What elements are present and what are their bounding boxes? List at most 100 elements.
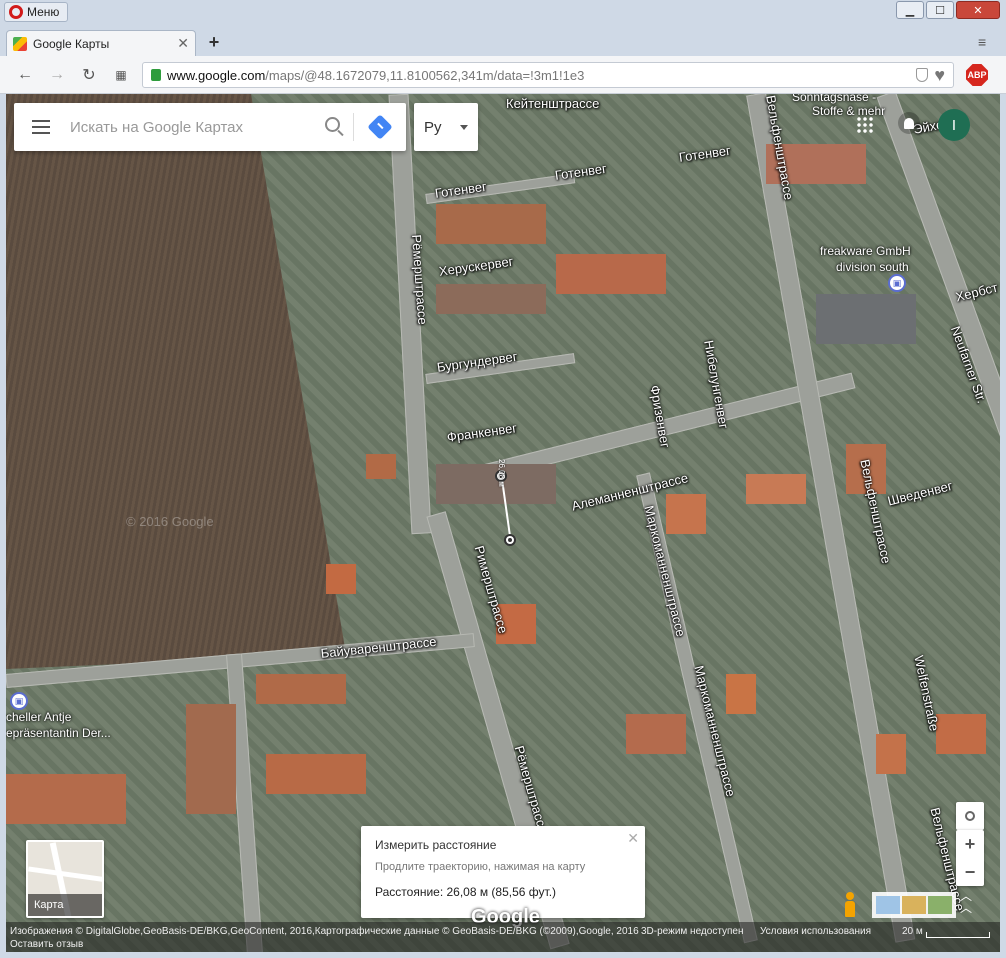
road xyxy=(746,94,916,943)
satellite-map[interactable]: © 2016 Google Кейтенштрассе Готенвег Гот… xyxy=(6,94,1000,952)
shopping-bag-icon[interactable]: ▣ xyxy=(888,274,906,292)
building-roof xyxy=(326,564,356,594)
directions-icon[interactable] xyxy=(354,103,406,151)
building-roof xyxy=(816,294,916,344)
reload-icon[interactable]: ↻ xyxy=(78,64,100,86)
imagery-thumb[interactable] xyxy=(902,896,926,914)
measure-point-end[interactable] xyxy=(504,534,516,546)
url-domain: www.google.com xyxy=(167,67,266,83)
terms-link[interactable]: Условия использования xyxy=(760,926,871,937)
search-input[interactable] xyxy=(68,117,313,137)
window-border xyxy=(0,952,1006,958)
farm-field xyxy=(6,94,346,669)
tab-menu-icon[interactable]: ≡ xyxy=(978,34,992,50)
street-label: Херускервег xyxy=(438,253,515,279)
heart-icon[interactable]: ♥ xyxy=(934,66,945,84)
tab-google-maps[interactable]: Google Карты ✕ xyxy=(6,30,196,56)
building-roof xyxy=(436,284,546,314)
street-label: Фризенвег xyxy=(647,384,673,449)
zoom-out-button[interactable]: − xyxy=(956,858,984,886)
bell-icon[interactable] xyxy=(898,112,920,134)
send-feedback-link[interactable]: Оставить отзыв xyxy=(10,939,83,950)
tab-title: Google Карты xyxy=(33,36,110,51)
building-roof xyxy=(186,704,236,814)
measure-title: Измерить расстояние xyxy=(375,838,497,852)
poi-label[interactable]: Sonntagsnase - xyxy=(792,94,876,104)
forward-arrow-icon[interactable]: → xyxy=(46,64,68,86)
abp-label: ABP xyxy=(967,70,987,80)
tab-close-icon[interactable]: ✕ xyxy=(177,35,189,52)
measure-distance-label: 26,08 м xyxy=(497,459,506,487)
poi-label[interactable]: division south xyxy=(836,260,909,274)
imagery-thumb[interactable] xyxy=(876,896,900,914)
lock-icon xyxy=(151,69,161,81)
building-roof xyxy=(266,754,366,794)
poi-label[interactable]: cheller Antje xyxy=(6,710,71,724)
hamburger-menu-icon[interactable] xyxy=(14,103,68,151)
speed-dial-icon[interactable]: ▦ xyxy=(110,64,132,86)
zoom-in-button[interactable]: + xyxy=(956,830,984,858)
menu-label: Меню xyxy=(27,5,60,19)
address-bar: ← → ↻ ▦ www.google.com/maps/@48.1672079,… xyxy=(0,56,1006,94)
title-bar: Меню ▁ ☐ ✕ xyxy=(0,0,1006,26)
scale-label[interactable]: 20 м xyxy=(902,926,923,937)
building-roof xyxy=(436,464,556,504)
maximize-icon[interactable]: ☐ xyxy=(926,1,954,19)
building-roof xyxy=(666,494,706,534)
measure-distance: Расстояние: 26,08 м (85,56 фут.) xyxy=(375,885,557,899)
building-roof xyxy=(366,454,396,479)
poi-label[interactable]: Stoffe & mehr xyxy=(812,104,885,118)
building-roof xyxy=(876,734,906,774)
avatar[interactable]: I xyxy=(938,109,970,141)
shield-icon[interactable] xyxy=(916,68,929,82)
street-label: Кейтенштрассе xyxy=(506,96,600,111)
adblock-plus-icon[interactable]: ABP xyxy=(966,64,988,86)
street-label: Шведенвег xyxy=(886,477,955,509)
layer-label: Карта xyxy=(28,894,102,916)
window-border xyxy=(0,94,6,958)
building-roof xyxy=(556,254,666,294)
close-window-icon[interactable]: ✕ xyxy=(956,1,1000,19)
map-layer-toggle[interactable]: Карта xyxy=(26,840,104,918)
google-maps-favicon-icon xyxy=(13,36,27,51)
close-icon[interactable]: ✕ xyxy=(627,830,639,847)
my-location-button[interactable] xyxy=(956,802,984,830)
street-label: Welfenstraße xyxy=(911,654,943,733)
back-arrow-icon[interactable]: ← xyxy=(14,64,36,86)
building-roof xyxy=(746,474,806,504)
scale-bar xyxy=(926,932,990,938)
zoom-controls: + − xyxy=(956,830,984,886)
building-roof xyxy=(6,774,126,824)
url-field[interactable]: www.google.com/maps/@48.1672079,11.81005… xyxy=(142,62,954,88)
apps-grid-icon[interactable] xyxy=(856,116,874,134)
opera-menu-button[interactable]: Меню xyxy=(4,2,69,22)
imagery-attribution: Изображения © DigitalGlobe,GeoBasis-DE/B… xyxy=(10,926,639,937)
map-footer: Изображения © DigitalGlobe,GeoBasis-DE/B… xyxy=(6,922,1000,952)
language-selector[interactable]: Ру xyxy=(414,103,478,151)
measure-hint: Продлите траекторию, нажимая на карту xyxy=(375,861,586,873)
poi-label[interactable]: freakware GmbH xyxy=(820,244,911,258)
building-roof xyxy=(726,674,756,714)
chevron-down-icon xyxy=(460,124,468,130)
street-label: Готенвег xyxy=(678,142,732,165)
imagery-strip[interactable] xyxy=(872,892,956,918)
minimize-icon[interactable]: ▁ xyxy=(896,1,924,19)
imagery-thumb[interactable] xyxy=(928,896,952,914)
url-path: /maps/@48.1672079,11.8100562,341m/data=!… xyxy=(265,67,585,83)
building-roof xyxy=(256,674,346,704)
street-label: Готенвег xyxy=(554,160,608,183)
window-border xyxy=(1000,94,1006,958)
pegman-icon[interactable] xyxy=(842,892,858,918)
search-icon[interactable] xyxy=(313,103,353,151)
building-roof xyxy=(936,714,986,754)
chevron-up-icon[interactable]: ︿ ︿ xyxy=(956,890,976,916)
street-label: Франкенвег xyxy=(446,420,518,445)
new-tab-button[interactable]: + xyxy=(204,32,224,52)
poi-label[interactable]: epräsentantin Der... xyxy=(6,726,111,740)
measure-distance-card: Измерить расстояние Продлите траекторию,… xyxy=(361,826,645,918)
tab-bar: Google Карты ✕ + ≡ xyxy=(0,26,1006,56)
language-label: Ру xyxy=(424,118,442,136)
no-3d-notice: 3D-режим недоступен xyxy=(641,926,744,937)
shopping-bag-icon[interactable]: ▣ xyxy=(10,692,28,710)
building-roof xyxy=(626,714,686,754)
